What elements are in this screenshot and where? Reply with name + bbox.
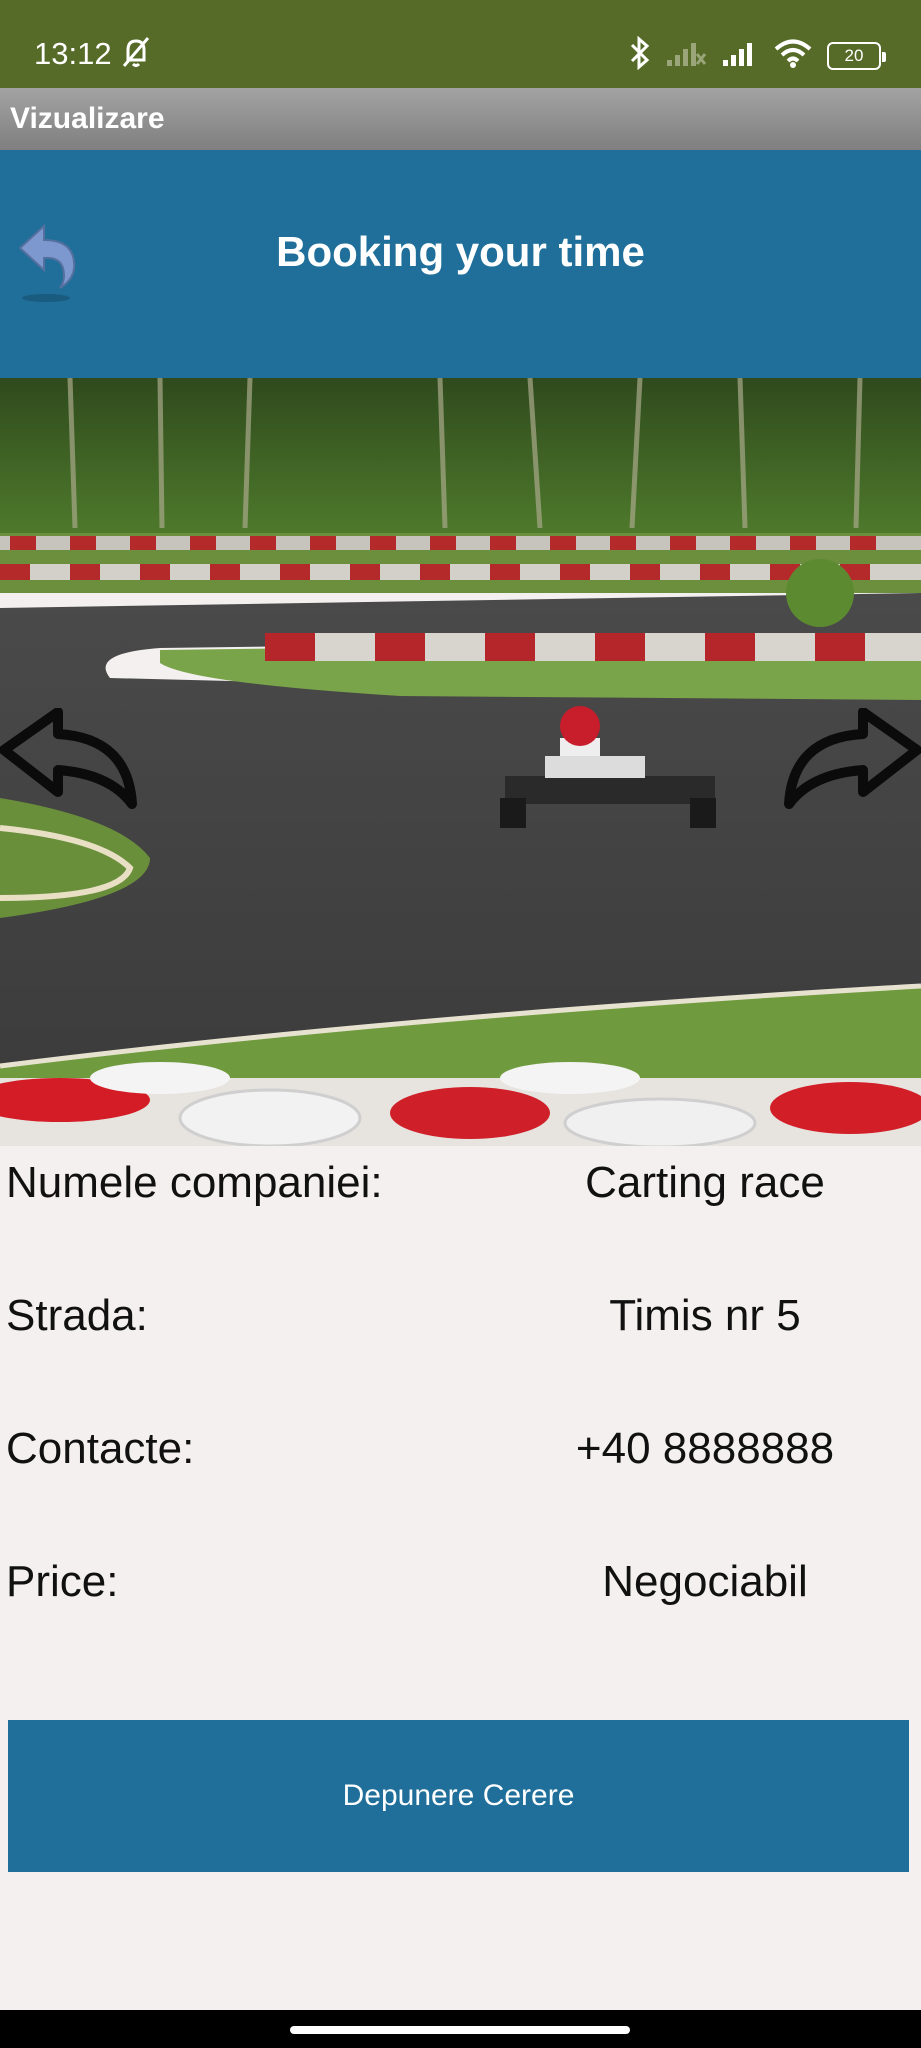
bluetooth-icon — [629, 35, 651, 75]
system-nav-bar — [0, 2010, 921, 2048]
home-gesture-handle[interactable] — [290, 2026, 630, 2034]
submit-request-button[interactable]: Depunere Cerere — [8, 1720, 909, 1872]
arrow-left-icon — [0, 707, 137, 809]
contact-label: Contacte: — [6, 1424, 195, 1473]
street-value: Timis nr 5 — [609, 1291, 801, 1340]
previous-image-button[interactable] — [0, 707, 140, 818]
detail-row-contact: Contacte: +40 8888888 — [0, 1412, 921, 1492]
page-title: Booking your time — [276, 228, 645, 275]
status-bar: 13:12 20 — [0, 0, 921, 88]
detail-row-price: Price: Negociabil — [0, 1545, 921, 1625]
price-label: Price: — [6, 1557, 119, 1606]
app-bar-title: Vizualizare — [10, 102, 165, 135]
street-label: Strada: — [6, 1291, 148, 1340]
signal-icon — [721, 38, 759, 73]
status-icons: 20 — [629, 35, 886, 75]
detail-row-street: Strada: Timis nr 5 — [0, 1279, 921, 1359]
app-bar: Vizualizare — [0, 88, 921, 150]
signal-off-icon — [665, 38, 707, 73]
arrow-right-icon — [784, 707, 921, 809]
contact-value: +40 8888888 — [575, 1424, 835, 1473]
status-time: 13:12 — [34, 36, 112, 71]
bell-off-icon — [118, 34, 154, 75]
price-value: Negociabil — [602, 1557, 808, 1606]
image-gallery[interactable] — [0, 378, 921, 1146]
wifi-icon — [773, 38, 813, 73]
company-label: Numele companiei: — [6, 1158, 383, 1207]
detail-row-company: Numele companiei: Carting race — [0, 1146, 921, 1226]
battery-icon: 20 — [827, 41, 886, 70]
company-value: Carting race — [585, 1158, 825, 1207]
next-image-button[interactable] — [781, 707, 921, 818]
